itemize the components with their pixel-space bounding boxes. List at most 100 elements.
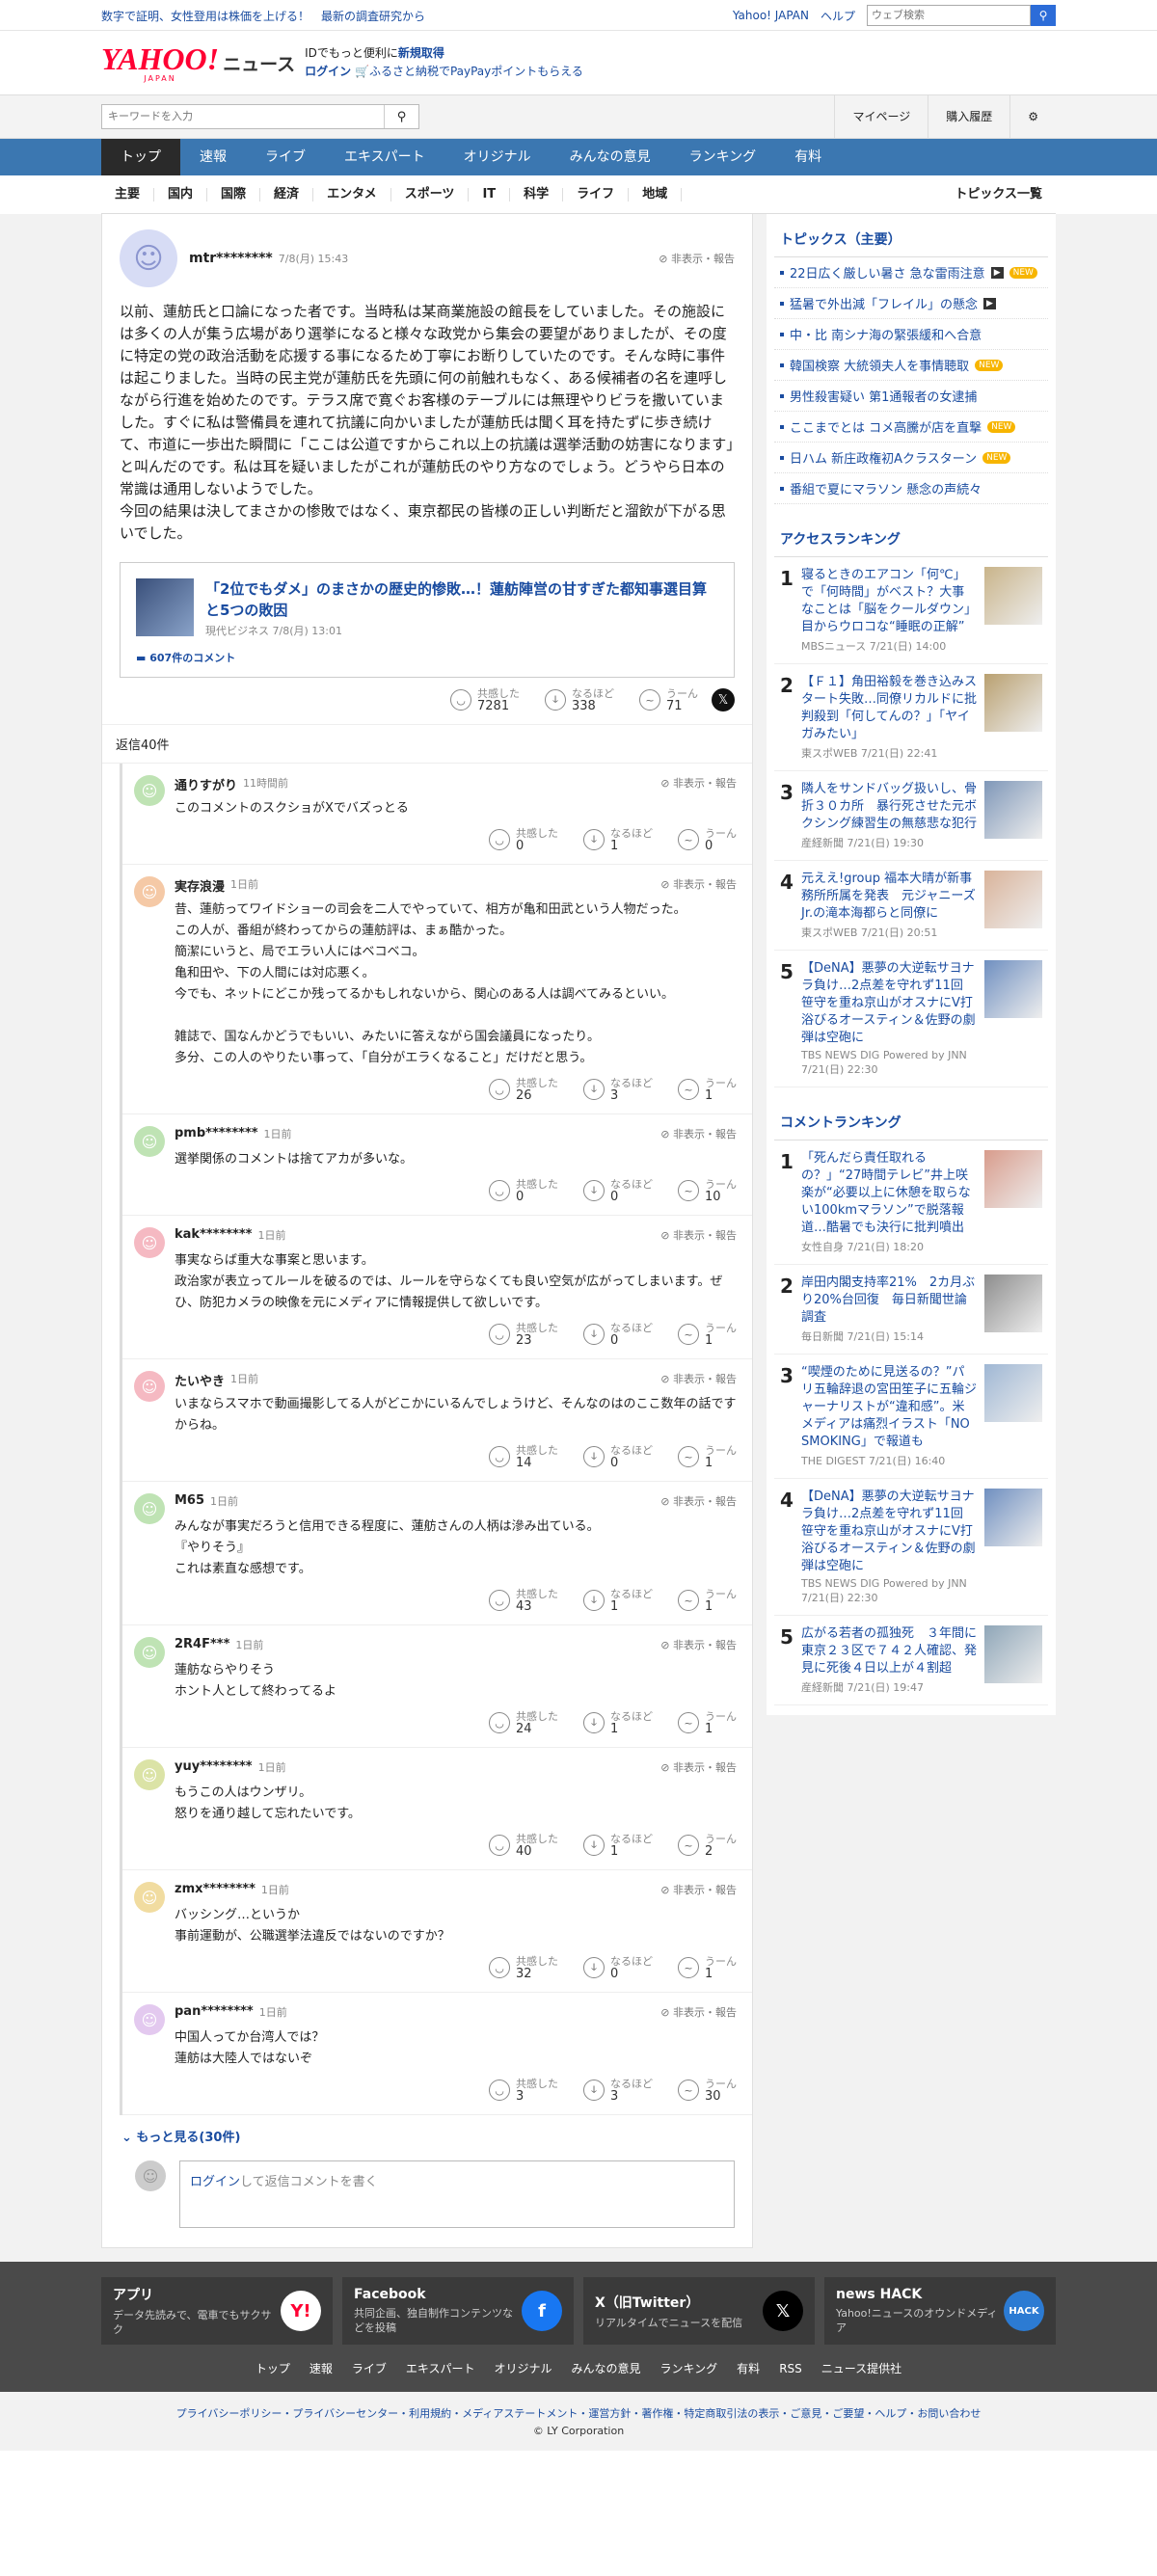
ranking-item[interactable]: 2 【Ｆ１】角田裕毅を巻き込みスタート失敗…同僚リカルドに批判殺到「何してんの？」… — [774, 664, 1048, 771]
category-1[interactable]: 国内 — [154, 187, 208, 201]
history-link[interactable]: 購入履歴 — [928, 95, 1009, 138]
empathy-button[interactable]: ◡ 共感した 24 — [489, 1710, 558, 1735]
topic-title[interactable]: ここまでとは コメ高騰が店を直撃 — [790, 417, 982, 436]
hmm-button[interactable]: ~ うーん 1 — [678, 1077, 737, 1102]
topic-title[interactable]: 韓国検察 大統領夫人を事情聴取 — [790, 356, 969, 374]
hmm-button[interactable]: ~ うーん 1 — [678, 1710, 737, 1735]
tab-4[interactable]: オリジナル — [444, 139, 551, 175]
ranking-item[interactable]: 1 寝るときのエアコン「何℃」で「何時間」がベスト？大事なことは「脳をクールダウン… — [774, 557, 1048, 664]
topic-title[interactable]: 22日広く厳しい暑さ 急な雷雨注意 — [790, 263, 985, 282]
report-link[interactable]: ⊘ 非表示・報告 — [660, 1493, 737, 1509]
empathy-button[interactable]: ◡ 共感した 3 — [489, 2078, 558, 2103]
reply-user[interactable]: pmb******** — [175, 1126, 258, 1140]
report-link[interactable]: ⊘ 非表示・報告 — [660, 775, 737, 791]
category-6[interactable]: IT — [469, 187, 511, 201]
ranking-item[interactable]: 5 広がる若者の孤独死 ３年間に東京２３区で７４２人確認、発見に死後４日以上が４割… — [774, 1616, 1048, 1705]
empathy-button[interactable]: ◡ 共感した 7281 — [450, 687, 520, 712]
ranking-title[interactable]: 【Ｆ１】角田裕毅を巻き込みスタート失敗…同僚リカルドに批判殺到「何してんの？」「… — [801, 674, 977, 743]
report-link[interactable]: ⊘ 非表示・報告 — [660, 2004, 737, 2020]
topic-title[interactable]: 男性殺害疑い 第1通報者の女逮捕 — [790, 387, 977, 405]
hmm-button[interactable]: ~ うーん 2 — [678, 1833, 737, 1858]
yahoo-japan-link[interactable]: Yahoo! JAPAN — [733, 9, 809, 22]
hmm-button[interactable]: ~ うーん 1 — [678, 1444, 737, 1469]
tab-3[interactable]: エキスパート — [325, 139, 444, 175]
footer-link-2[interactable]: ライブ — [342, 2362, 396, 2375]
agree-button[interactable]: ↆ なるほど 1 — [583, 1710, 653, 1735]
tab-6[interactable]: ランキング — [670, 139, 776, 175]
topic-item[interactable]: 韓国検察 大統領夫人を事情聴取 NEW — [774, 350, 1048, 381]
agree-button[interactable]: ↆ なるほど 0 — [583, 1955, 653, 1980]
topic-item[interactable]: 男性殺害疑い 第1通報者の女逮捕 — [774, 381, 1048, 412]
topic-item[interactable]: 日ハム 新庄政権初Aクラスターン NEW — [774, 443, 1048, 473]
agree-button[interactable]: ↆ なるほど 338 — [545, 687, 614, 712]
ranking-item[interactable]: 3 “喫煙のために見送るの？”パリ五輪辞退の宮田笙子に五輪ジャーナリストが“違和感… — [774, 1355, 1048, 1479]
login-link[interactable]: ログイン — [305, 65, 351, 78]
reply-user[interactable]: M65 — [175, 1493, 204, 1508]
category-9[interactable]: 地域 — [629, 187, 683, 201]
reply-user[interactable]: pan******** — [175, 2004, 254, 2019]
report-link[interactable]: ⊘ 非表示・報告 — [660, 876, 737, 892]
topic-title[interactable]: 番組で夏にマラソン 懸念の声続々 — [790, 479, 982, 497]
mypage-link[interactable]: マイページ — [834, 95, 928, 138]
footer-app-2[interactable]: X（旧Twitter） リアルタイムでニュースを配信 𝕏 — [583, 2277, 815, 2345]
topic-item[interactable]: ここまでとは コメ高騰が店を直撃 NEW — [774, 412, 1048, 443]
hmm-button[interactable]: ~ うーん 1 — [678, 1588, 737, 1613]
agree-button[interactable]: ↆ なるほど 3 — [583, 2078, 653, 2103]
tab-7[interactable]: 有料 — [775, 139, 841, 175]
article-comments-link[interactable]: ▬ 607件のコメント — [136, 650, 718, 665]
category-7[interactable]: 科学 — [510, 187, 564, 201]
ranking-item[interactable]: 3 隣人をサンドバッグ扱いし、骨折３０カ所 暴行死させた元ボクシング練習生の無慈悲… — [774, 771, 1048, 861]
search-icon[interactable]: ⚲ — [1031, 5, 1056, 26]
agree-button[interactable]: ↆ なるほど 1 — [583, 1588, 653, 1613]
topic-item[interactable]: 番組で夏にマラソン 懸念の声続々 — [774, 473, 1048, 504]
reply-user[interactable]: yuy******** — [175, 1759, 253, 1774]
category-2[interactable]: 国際 — [207, 187, 261, 201]
article-title[interactable]: 「2位でもダメ」のまさかの歴史的惨敗…！蓮舫陣営の甘すぎた都知事選目算と5つの敗… — [205, 578, 718, 621]
tab-2[interactable]: ライブ — [246, 139, 325, 175]
legal-links[interactable]: プライバシーポリシー・プライバシーセンター・利用規約・メディアステートメント・運… — [176, 2407, 982, 2420]
category-0[interactable]: 主要 — [101, 187, 155, 201]
hmm-button[interactable]: ~ うーん 71 — [639, 687, 698, 712]
comment-ranking-title[interactable]: コメントランキング — [774, 1107, 1048, 1140]
empathy-button[interactable]: ◡ 共感した 0 — [489, 1178, 558, 1203]
ranking-item[interactable]: 4 元ええ!group 福本大晴が新事務所所属を発表 元ジャニーズJr.の滝本海都… — [774, 861, 1048, 951]
category-3[interactable]: 経済 — [260, 187, 314, 201]
footer-app-0[interactable]: アプリ データ先読みで、電車でもサクサク Y! — [101, 2277, 333, 2345]
hmm-button[interactable]: ~ うーん 1 — [678, 1955, 737, 1980]
keyword-input[interactable] — [102, 105, 384, 128]
report-link[interactable]: ⊘ 非表示・報告 — [660, 1227, 737, 1243]
topic-item[interactable]: 22日広く厳しい暑さ 急な雷雨注意 ▶ NEW — [774, 257, 1048, 288]
tab-1[interactable]: 速報 — [180, 139, 246, 175]
footer-app-3[interactable]: news HACK Yahoo!ニュースのオウンドメディア HACK — [824, 2277, 1056, 2345]
report-link[interactable]: ⊘ 非表示・報告 — [660, 1759, 737, 1775]
report-link[interactable]: ⊘ 非表示・報告 — [660, 1126, 737, 1141]
report-link[interactable]: ⊘ 非表示・報告 — [659, 251, 735, 266]
topic-title[interactable]: 中・比 南シナ海の緊張緩和へ合意 — [790, 325, 982, 343]
ranking-title[interactable]: 【DeNA】悪夢の大逆転サヨナラ負け…2点差を守れず11回 笹守を重ね京山がオス… — [801, 1489, 977, 1575]
category-8[interactable]: ライフ — [563, 187, 630, 201]
topics-title[interactable]: トピックス（主要） — [774, 224, 1048, 257]
ranking-title[interactable]: 「死んだら責任取れるの？」“27時間テレビ”井上咲楽が“必要以上に休憩を取らない… — [801, 1150, 977, 1237]
report-link[interactable]: ⊘ 非表示・報告 — [660, 1637, 737, 1652]
hmm-button[interactable]: ~ うーん 10 — [678, 1178, 737, 1203]
promo-link[interactable]: 数字で証明、女性登用は株価を上げる！ 最新の調査研究から — [101, 8, 425, 24]
register-link[interactable]: 新規取得 — [398, 46, 444, 60]
category-10[interactable]: トピックス一覧 — [941, 187, 1056, 201]
ranking-title[interactable]: 元ええ!group 福本大晴が新事務所所属を発表 元ジャニーズJr.の滝本海都ら… — [801, 871, 977, 923]
report-link[interactable]: ⊘ 非表示・報告 — [660, 1371, 737, 1386]
topic-item[interactable]: 猛暑で外出減「フレイル」の懸念 ▶ — [774, 288, 1048, 319]
web-search-input[interactable] — [867, 5, 1031, 26]
reply-input[interactable]: ログインして返信コメントを書く — [179, 2160, 735, 2228]
article-card[interactable]: 「2位でもダメ」のまさかの歴史的惨敗…！蓮舫陣営の甘すぎた都知事選目算と5つの敗… — [120, 562, 735, 678]
tab-5[interactable]: みんなの意見 — [551, 139, 670, 175]
news-logo[interactable]: ニュース — [223, 50, 295, 76]
access-ranking-title[interactable]: アクセスランキング — [774, 523, 1048, 557]
hmm-button[interactable]: ~ うーん 30 — [678, 2078, 737, 2103]
ranking-item[interactable]: 4 【DeNA】悪夢の大逆転サヨナラ負け…2点差を守れず11回 笹守を重ね京山がオ… — [774, 1479, 1048, 1616]
empathy-button[interactable]: ◡ 共感した 32 — [489, 1955, 558, 1980]
agree-button[interactable]: ↆ なるほど 3 — [583, 1077, 653, 1102]
gear-icon[interactable]: ⚙ — [1009, 95, 1056, 138]
ranking-item[interactable]: 2 岸田内閣支持率21% 2カ月ぶり20%台回復 毎日新聞世論調査 毎日新聞 7/2… — [774, 1265, 1048, 1355]
search-icon[interactable]: ⚲ — [384, 105, 418, 128]
empathy-button[interactable]: ◡ 共感した 14 — [489, 1444, 558, 1469]
